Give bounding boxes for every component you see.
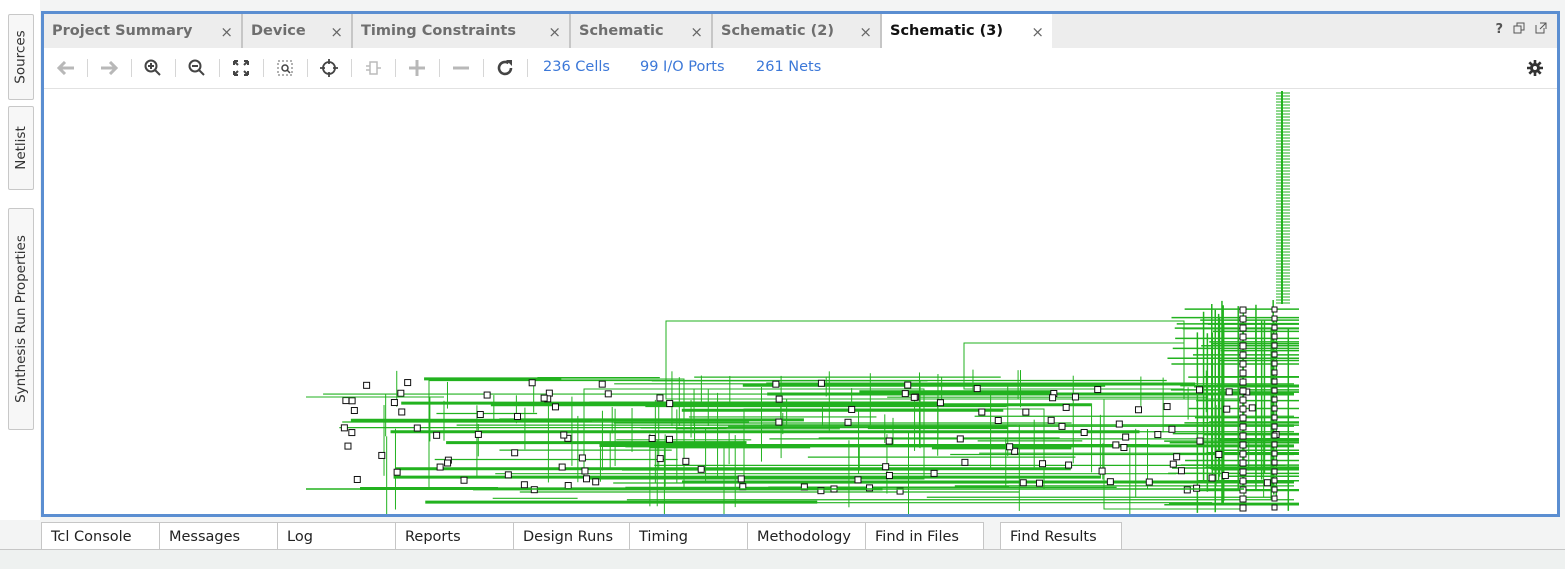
restore-icon[interactable] — [1513, 22, 1525, 38]
separator — [395, 59, 396, 77]
tab-label: Find in Files — [875, 528, 959, 545]
expand-plus-icon[interactable] — [407, 58, 427, 78]
separator — [351, 59, 352, 77]
tab-label: Project Summary — [52, 23, 193, 39]
tab-find-results[interactable]: Find Results — [1000, 522, 1122, 550]
tab-label: Tcl Console — [51, 528, 132, 545]
close-icon[interactable]: × — [859, 23, 872, 41]
close-icon[interactable]: × — [548, 23, 561, 41]
separator — [527, 59, 528, 77]
tab-reports[interactable]: Reports — [395, 522, 514, 550]
tab-netlist[interactable]: Netlist — [8, 106, 34, 190]
cells-count-link[interactable]: 236 Cells — [543, 59, 610, 75]
tab-sources[interactable]: Sources — [8, 14, 34, 100]
separator — [131, 59, 132, 77]
float-icon[interactable] — [1535, 22, 1547, 38]
tab-synthesis-run-properties-label: Synthesis Run Properties — [13, 235, 29, 403]
tab-label: Design Runs — [523, 528, 614, 545]
tab-methodology[interactable]: Methodology — [747, 522, 866, 550]
tab-label: Find Results — [1010, 528, 1097, 545]
forward-arrow-icon[interactable] — [99, 58, 119, 78]
separator — [219, 59, 220, 77]
separator — [87, 59, 88, 77]
separator — [483, 59, 484, 77]
tab-label: Timing Constraints — [361, 23, 516, 39]
schematic-panel: Project Summary × Device × Timing Constr… — [41, 11, 1560, 517]
editor-tab-bar: Project Summary × Device × Timing Constr… — [44, 14, 1557, 49]
nets-count-link[interactable]: 261 Nets — [756, 59, 821, 75]
schematic-canvas[interactable] — [44, 89, 1557, 514]
tab-device[interactable]: Device × — [243, 14, 353, 48]
window-controls: ? — [1495, 22, 1547, 38]
tab-design-runs[interactable]: Design Runs — [513, 522, 630, 550]
gear-icon[interactable] — [1525, 58, 1545, 78]
tab-label: Methodology — [757, 528, 851, 545]
schematic-toolbar: 236 Cells 99 I/O Ports 261 Nets — [44, 48, 1557, 89]
tab-synthesis-run-properties[interactable]: Synthesis Run Properties — [8, 208, 34, 430]
separator — [175, 59, 176, 77]
close-icon[interactable]: × — [220, 23, 233, 41]
tab-label: Schematic (3) — [890, 23, 1003, 39]
zoom-area-icon[interactable] — [275, 58, 295, 78]
close-icon[interactable]: × — [1031, 23, 1044, 41]
zoom-out-icon[interactable] — [187, 58, 207, 78]
tab-sources-label: Sources — [13, 30, 29, 84]
tab-netlist-label: Netlist — [13, 126, 29, 170]
tab-schematic[interactable]: Schematic × — [571, 14, 713, 48]
io-ports-count-link[interactable]: 99 I/O Ports — [640, 59, 725, 75]
tab-label: Messages — [169, 528, 241, 545]
separator — [439, 59, 440, 77]
left-sidebar-tabs: Sources Netlist Synthesis Run Properties — [0, 0, 40, 520]
tab-timing[interactable]: Timing — [629, 522, 748, 550]
tab-label: Timing — [639, 528, 688, 545]
tab-timing-constraints[interactable]: Timing Constraints × — [353, 14, 571, 48]
zoom-in-icon[interactable] — [143, 58, 163, 78]
bottom-status-strip — [0, 549, 1565, 569]
tab-log[interactable]: Log — [277, 522, 396, 550]
tab-label: Device — [251, 23, 306, 39]
separator — [307, 59, 308, 77]
zoom-fit-icon[interactable] — [231, 58, 251, 78]
tab-label: Schematic — [579, 23, 664, 39]
close-icon[interactable]: × — [330, 23, 343, 41]
cell-icon[interactable] — [363, 58, 383, 78]
tab-messages[interactable]: Messages — [159, 522, 278, 550]
tab-label: Schematic (2) — [721, 23, 834, 39]
schematic-drawing — [306, 91, 1299, 514]
tab-label: Reports — [405, 528, 461, 545]
tab-schematic-3[interactable]: Schematic (3) × — [882, 14, 1052, 48]
select-crosshair-icon[interactable] — [319, 58, 339, 78]
tab-label: Log — [287, 528, 313, 545]
tab-tcl-console[interactable]: Tcl Console — [41, 522, 160, 550]
tab-schematic-2[interactable]: Schematic (2) × — [713, 14, 882, 48]
close-icon[interactable]: × — [690, 23, 703, 41]
refresh-icon[interactable] — [495, 58, 515, 78]
back-arrow-icon[interactable] — [56, 58, 76, 78]
help-icon[interactable]: ? — [1495, 22, 1503, 38]
tab-find-in-files[interactable]: Find in Files — [865, 522, 984, 550]
collapse-minus-icon[interactable] — [451, 58, 471, 78]
tab-project-summary[interactable]: Project Summary × — [44, 14, 243, 48]
separator — [263, 59, 264, 77]
